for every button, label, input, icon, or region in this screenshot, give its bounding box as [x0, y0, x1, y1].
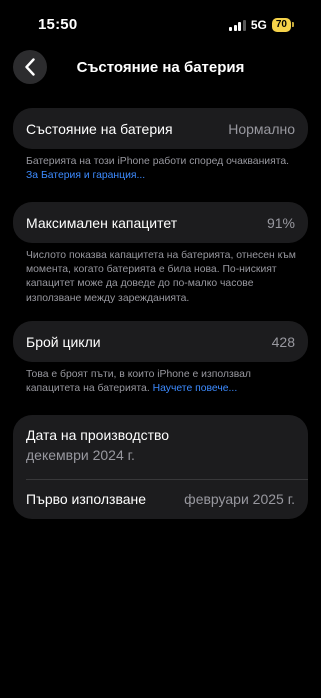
manufacture-date-label: Дата на производство — [26, 427, 170, 443]
battery-warranty-link[interactable]: За Батерия и гаранция... — [26, 170, 145, 181]
dates-card: Дата на производство декември 2024 г. Пъ… — [13, 415, 308, 519]
max-capacity-label: Максимален капацитет — [26, 214, 178, 231]
manufacture-date-value: декември 2024 г. — [26, 447, 135, 463]
battery-state-card: Състояние на батерия Нормално — [13, 108, 308, 149]
battery-state-value: Нормално — [228, 120, 295, 137]
manufacture-date-row: Дата на производство декември 2024 г. — [26, 427, 169, 463]
cycle-count-label: Брой цикли — [26, 333, 101, 350]
network-type: 5G — [250, 18, 267, 32]
cycle-count-value: 428 — [271, 333, 295, 350]
cellular-signal-icon — [229, 19, 246, 31]
max-capacity-footnote: Числото показва капацитета на батерията,… — [26, 250, 296, 304]
battery-state-label: Състояние на батерия — [26, 120, 173, 137]
first-use-row: Първо използване февруари 2025 г. — [26, 480, 295, 518]
cycle-count-card: Брой цикли 428 — [13, 321, 308, 362]
battery-state-footnote: Батерията на този iPhone работи според о… — [26, 156, 290, 182]
status-time: 15:50 — [38, 16, 78, 33]
first-use-value: февруари 2025 г. — [184, 491, 295, 507]
status-indicators: 5G 70 — [229, 18, 295, 32]
first-use-label: Първо използване — [26, 491, 147, 507]
cycle-count-footnote: Това е броят пъти, в които iPhone е изпо… — [26, 369, 251, 395]
battery-level-badge: 70 — [271, 18, 295, 32]
max-capacity-value: 91% — [266, 214, 295, 231]
page-title: Състояние на батерия — [76, 59, 245, 76]
learn-more-link[interactable]: Научете повече... — [153, 383, 238, 394]
max-capacity-card: Максимален капацитет 91% — [13, 202, 308, 243]
